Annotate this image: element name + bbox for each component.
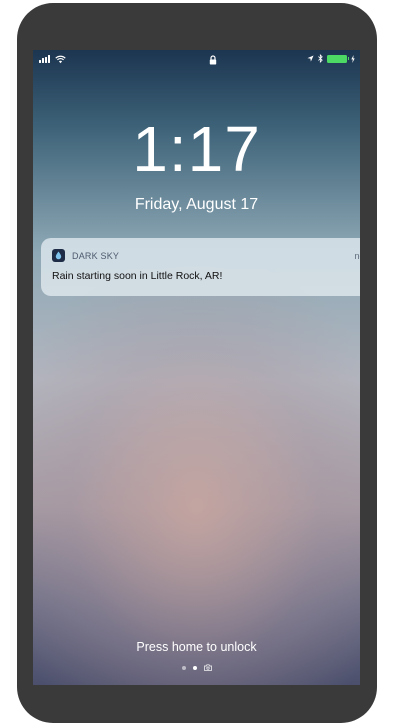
wifi-icon (55, 55, 66, 64)
charging-icon (351, 54, 355, 63)
page-indicator[interactable] (33, 664, 360, 671)
notification-app-name: DARK SKY (72, 251, 120, 261)
notification-card[interactable]: DARK SKY now Rain starting soon in Littl… (41, 238, 360, 296)
lock-clock: 1:17 (132, 113, 261, 185)
lock-date: Friday, August 17 (134, 196, 259, 213)
signal-icon (39, 55, 50, 63)
lock-screen: 1:17 Friday, August 17 DARK SKY now Rain… (33, 50, 360, 685)
status-bar (33, 50, 360, 70)
lock-icon (209, 55, 217, 65)
bluetooth-icon (318, 54, 323, 63)
notification-message: Rain starting soon in Little Rock, AR! (52, 270, 223, 282)
page-dot-active[interactable] (192, 665, 197, 670)
unlock-hint: Press home to unlock (136, 640, 257, 654)
location-icon (307, 55, 314, 62)
battery-icon (327, 54, 349, 63)
camera-icon[interactable] (203, 664, 212, 671)
raindrop-icon (52, 249, 65, 262)
notification-time: now (354, 251, 360, 261)
page-dot[interactable] (181, 665, 186, 670)
